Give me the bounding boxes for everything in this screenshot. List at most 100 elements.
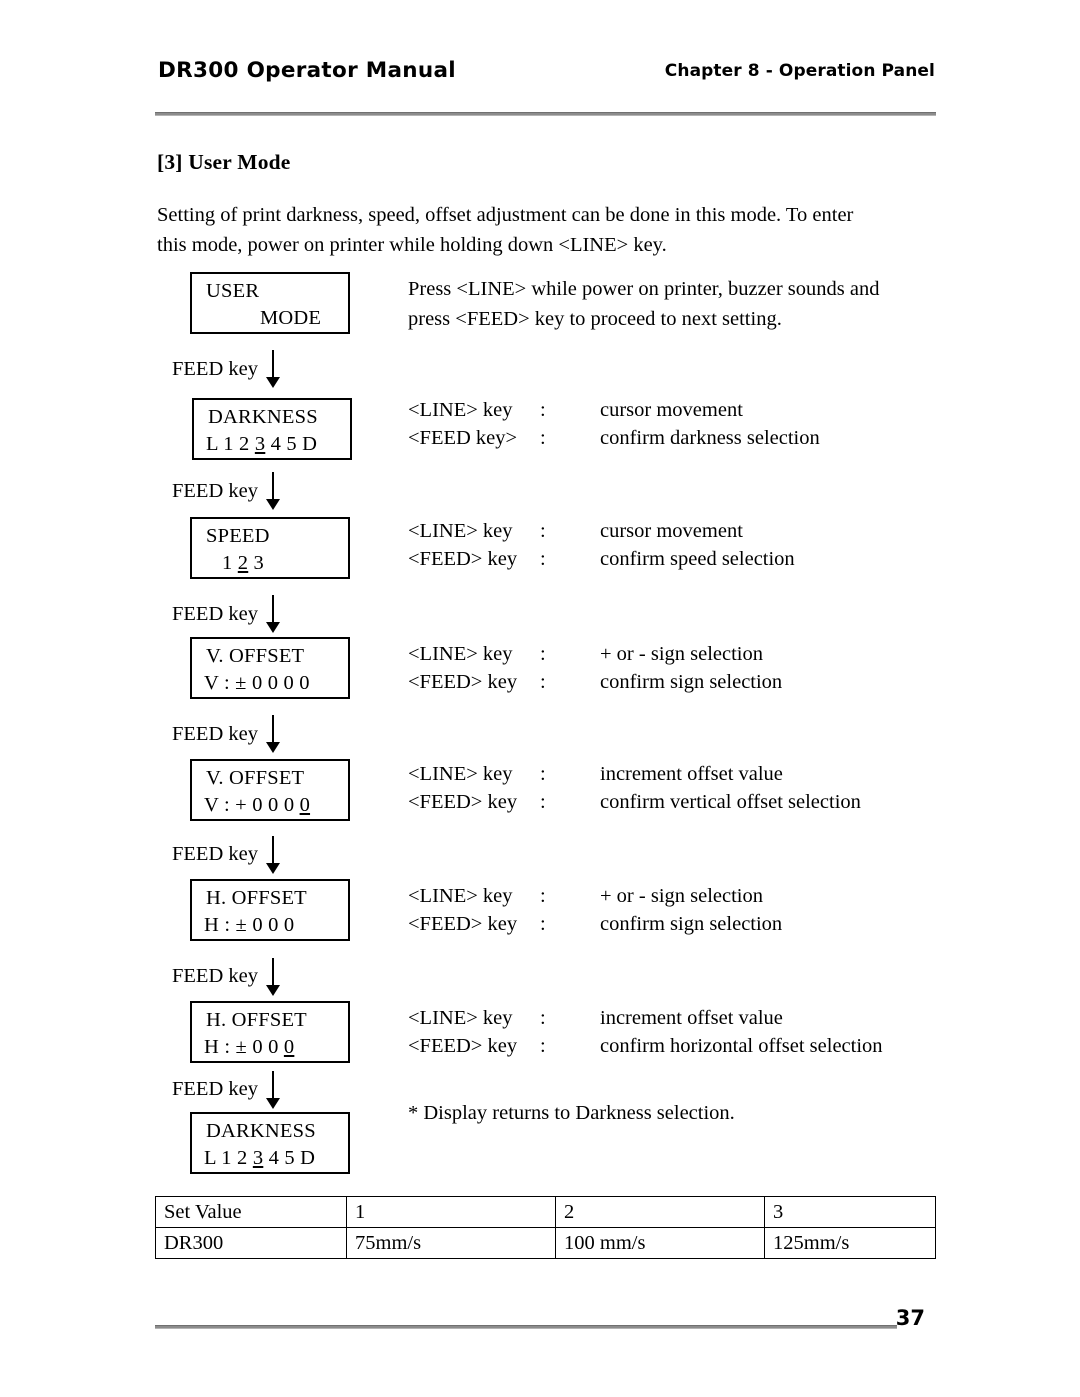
feed-key-label-7: FEED key [172,1078,258,1100]
lcd-cursor-char: 2 [237,552,249,574]
legend-key: <LINE> key [408,399,513,421]
key-legend-darkness-1: <LINE> key : cursor movement <FEED key> … [408,396,938,452]
lcd-cursor-char: 3 [254,433,266,455]
intro-line-2: this mode, power on printer while holdin… [157,234,667,256]
lcd-line-1: SPEED [206,525,270,547]
legend-action: confirm sign selection [600,671,783,693]
lcd-display-user-mode: USER MODE [190,272,350,334]
lcd-display-h-offset-value: H. OFFSET H : ± 0 0 0 [190,1001,350,1063]
manual-title: DR300 Operator Manual [158,58,456,83]
legend-key: <FEED> key [408,791,518,813]
legend-key: <LINE> key [408,643,513,665]
page-header: DR300 Operator Manual Chapter 8 - Operat… [155,58,935,92]
lcd-line-2: H : ± 0 0 0 [192,914,360,937]
key-legend-h-offset-sign: <LINE> key : + or - sign selection <FEED… [408,882,938,938]
table-cell: DR300 [155,1227,347,1259]
flow-arrow-6 [266,958,280,996]
key-legend-h-offset-value: <LINE> key : increment offset value <FEE… [408,1004,938,1060]
legend-colon: : [540,671,546,693]
key-legend-v-offset-sign: <LINE> key : + or - sign selection <FEED… [408,640,938,696]
legend-row: <LINE> key : cursor movement [408,396,938,424]
legend-key: <LINE> key [408,520,513,542]
table-cell: 100 mm/s [555,1227,765,1259]
lcd-line-2: V : ± 0 0 0 0 [192,672,360,695]
lcd-value-prefix: L 1 2 [206,433,255,455]
legend-action: cursor movement [600,520,743,542]
speed-spec-table: Set Value 1 2 3 DR300 75mm/s 100 mm/s 12… [155,1196,936,1259]
section-title: [3] User Mode [157,150,291,174]
flow-arrow-3 [266,595,280,633]
legend-row: <FEED key> : confirm darkness selection [408,424,938,452]
table-cell: 1 [346,1196,556,1228]
table-cell: 3 [764,1196,936,1228]
legend-row: <LINE> key : cursor movement [408,517,938,545]
lcd-value-prefix: H : ± 0 0 0 [204,914,295,936]
flow-arrow-5 [266,836,280,874]
lcd-value-prefix: V : + 0 0 0 [204,794,300,816]
flow-arrow-1 [266,350,280,388]
feed-key-label-6: FEED key [172,965,258,987]
lcd-value-prefix: H : ± 0 0 [204,1036,284,1058]
legend-row: <LINE> key : + or - sign selection [408,882,938,910]
lcd-line-2: L 1 2 3 4 5 D [192,1147,360,1170]
lcd-display-v-offset-value: V. OFFSET V : + 0 0 0 0 [190,759,350,821]
feed-key-label-2: FEED key [172,480,258,502]
legend-key: <FEED> key [408,671,518,693]
legend-row: <FEED> key : confirm sign selection [408,910,938,938]
feed-key-label-4: FEED key [172,723,258,745]
lcd-cursor-char: 0 [299,794,311,816]
legend-colon: : [540,763,546,785]
feed-key-label-5: FEED key [172,843,258,865]
step-description-user-mode: Press <LINE> while power on printer, buz… [408,274,938,334]
header-divider [155,112,936,116]
return-note: * Display returns to Darkness selection. [408,1102,735,1124]
document-page: DR300 Operator Manual Chapter 8 - Operat… [0,0,1080,1397]
legend-action: confirm darkness selection [600,427,820,449]
lcd-line-1: DARKNESS [208,406,318,428]
key-legend-speed: <LINE> key : cursor movement <FEED> key … [408,517,938,573]
lcd-line-1: H. OFFSET [206,887,307,909]
legend-colon: : [540,520,546,542]
legend-key: <LINE> key [408,885,513,907]
lcd-line-1: H. OFFSET [206,1009,307,1031]
lcd-display-v-offset-sign: V. OFFSET V : ± 0 0 0 0 [190,637,350,699]
lcd-display-darkness-1: DARKNESS L 1 2 3 4 5 D [192,398,352,460]
legend-key: <FEED key> [408,427,518,449]
flow-arrow-7 [266,1071,280,1109]
lcd-value-suffix: 4 5 D [265,433,318,455]
description-line-1: Press <LINE> while power on printer, buz… [408,278,880,300]
legend-key: <LINE> key [408,763,513,785]
lcd-value-prefix: L 1 2 [204,1147,253,1169]
lcd-value-suffix: 4 5 D [263,1147,316,1169]
lcd-line-1: V. OFFSET [206,645,305,667]
table-row: DR300 75mm/s 100 mm/s 125mm/s [155,1227,936,1259]
description-line-2: press <FEED> key to proceed to next sett… [408,308,782,330]
legend-action: confirm horizontal offset selection [600,1035,883,1057]
table-row: Set Value 1 2 3 [155,1196,936,1228]
lcd-line-1: USER [206,280,260,302]
feed-key-label-1: FEED key [172,358,258,380]
lcd-display-h-offset-sign: H. OFFSET H : ± 0 0 0 [190,879,350,941]
legend-row: <LINE> key : + or - sign selection [408,640,938,668]
intro-paragraph: Setting of print darkness, speed, offset… [157,200,935,260]
legend-colon: : [540,791,546,813]
table-cell: 125mm/s [764,1227,936,1259]
legend-key: <FEED> key [408,548,518,570]
legend-colon: : [540,399,546,421]
legend-action: confirm speed selection [600,548,795,570]
legend-action: increment offset value [600,763,783,785]
legend-action: confirm vertical offset selection [600,791,861,813]
legend-action: + or - sign selection [600,885,763,907]
legend-colon: : [540,913,546,935]
feed-key-label-3: FEED key [172,603,258,625]
footer-divider [155,1325,897,1329]
legend-row: <LINE> key : increment offset value [408,1004,938,1032]
legend-row: <FEED> key : confirm horizontal offset s… [408,1032,938,1060]
chapter-title: Chapter 8 - Operation Panel [664,61,935,81]
legend-colon: : [540,1035,546,1057]
legend-row: <FEED> key : confirm speed selection [408,545,938,573]
flow-arrow-4 [266,715,280,753]
legend-action: confirm sign selection [600,913,783,935]
table-cell: Set Value [155,1196,347,1228]
lcd-cursor-char: 3 [252,1147,264,1169]
